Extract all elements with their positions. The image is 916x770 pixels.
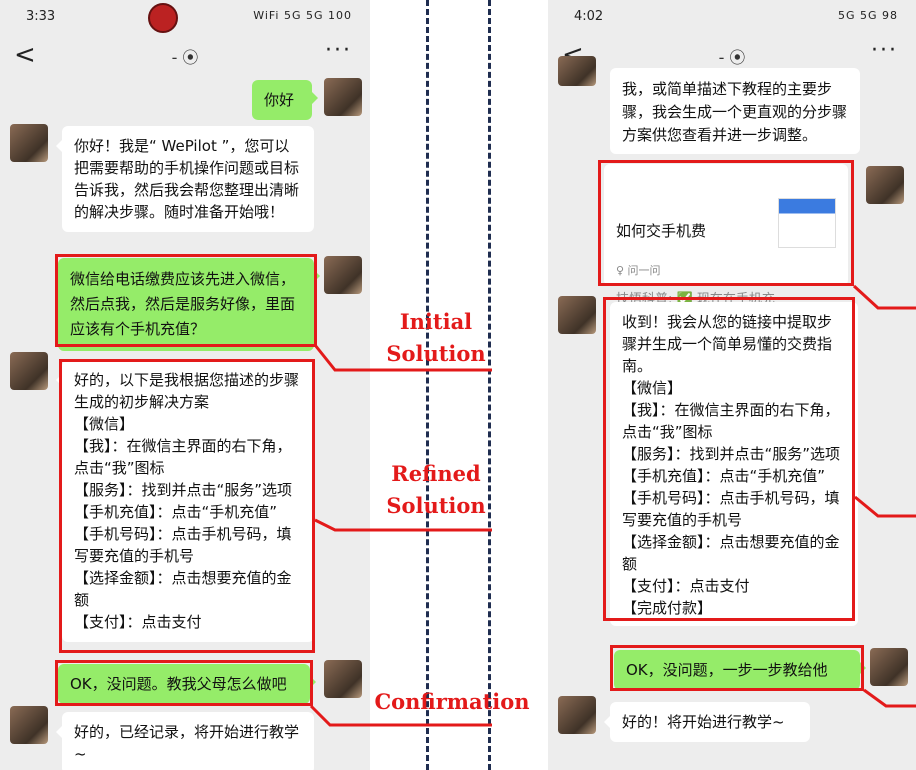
refined-connector — [314, 518, 492, 532]
confirmation-connector — [309, 704, 492, 727]
initial-connector-right — [852, 284, 916, 310]
initial-connector — [313, 344, 492, 372]
refined-connector-right — [854, 495, 916, 518]
connector-lines — [309, 284, 916, 727]
confirmation-connector-right — [863, 688, 916, 708]
